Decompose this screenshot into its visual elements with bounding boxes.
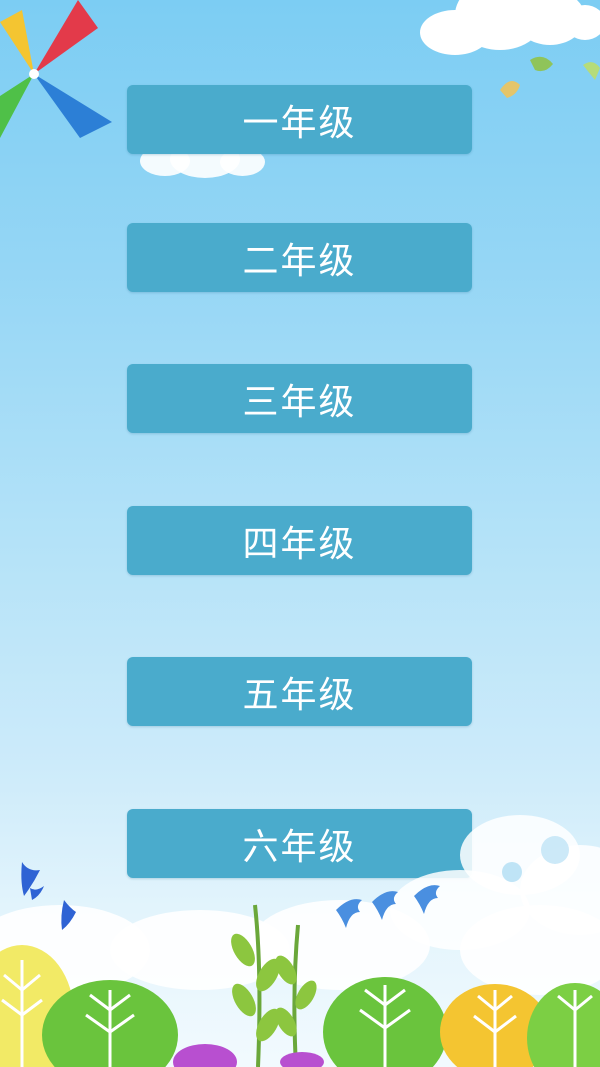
grade-4-label: 四年级 [242,523,357,565]
grade-2-label: 二年级 [242,240,357,282]
flying-birds-icon [336,885,440,928]
grade-1-button[interactable]: 一年级 [127,85,472,154]
grade-5-button[interactable]: 五年级 [127,657,472,726]
grade-3-button[interactable]: 三年级 [127,364,472,433]
grade-3-label: 三年级 [242,381,357,423]
blue-bird-icon [21,862,76,930]
grade-4-button[interactable]: 四年级 [127,506,472,575]
tree-icon [0,904,600,1067]
grade-select-screen: 一年级 二年级 三年级 四年级 五年级 六年级 [0,0,600,1067]
grade-2-button[interactable]: 二年级 [127,223,472,292]
grade-6-label: 六年级 [242,826,357,868]
grade-5-label: 五年级 [242,674,357,716]
bird-icon [500,56,600,98]
pinwheel-icon [0,0,112,138]
grade-6-button[interactable]: 六年级 [127,809,472,878]
top-right-cloud-icon [415,0,600,60]
grade-1-label: 一年级 [242,102,357,144]
